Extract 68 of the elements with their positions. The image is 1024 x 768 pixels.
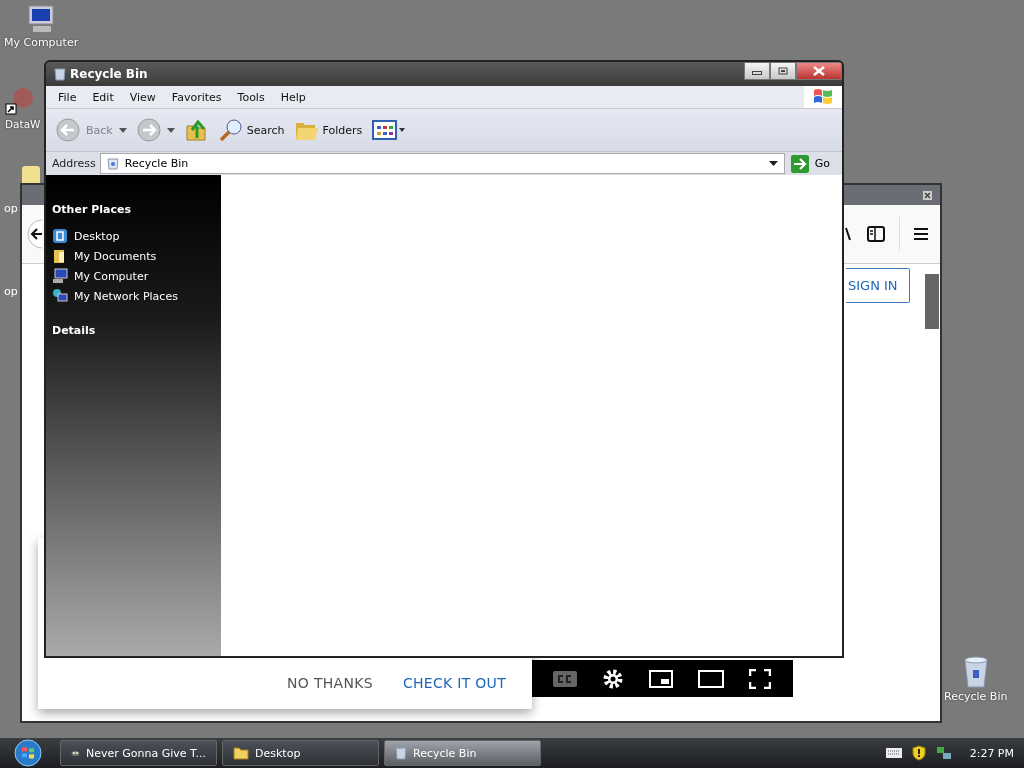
place-link[interactable]: Desktop [52, 228, 120, 244]
window-title: Recycle Bin [70, 67, 148, 81]
network-computer-icon [52, 288, 68, 304]
no-thanks-button[interactable]: NO THANKS [283, 673, 377, 693]
maximize-button[interactable] [770, 62, 796, 80]
folder-icon [233, 746, 249, 760]
caret-icon [166, 127, 175, 133]
menu-item[interactable]: Favorites [163, 90, 230, 104]
theater-mode-icon[interactable] [697, 669, 724, 688]
recycle-bin-icon [54, 67, 66, 81]
computer-icon [52, 268, 68, 284]
folder-up-arrow-icon [184, 118, 209, 142]
pane-section-title[interactable]: Other Places [52, 203, 131, 216]
desktop-icon-label[interactable]: Recycle Bin [944, 690, 1008, 703]
network-icon[interactable] [935, 745, 952, 761]
captions-icon[interactable] [552, 670, 577, 687]
taskbar-button[interactable]: Desktop [222, 740, 379, 766]
search-button[interactable]: Search [218, 118, 285, 142]
keyboard-icon[interactable] [885, 748, 902, 758]
security-shield-icon[interactable] [911, 745, 926, 761]
dropdown-caret-icon[interactable] [768, 161, 778, 166]
clock[interactable]: 2:27 PM [969, 746, 1014, 760]
windows-logo-icon [804, 86, 842, 108]
minimize-button[interactable] [744, 62, 770, 80]
check-it-out-button[interactable]: CHECK IT OUT [398, 673, 510, 693]
menu-item[interactable]: File [50, 90, 85, 104]
back-icon[interactable] [24, 219, 42, 249]
sign-in-button[interactable]: SIGN IN [846, 268, 910, 303]
menu-item[interactable]: Edit [84, 90, 122, 104]
sidebar-icon[interactable] [867, 226, 885, 242]
menu-item[interactable]: Help [272, 90, 314, 104]
close-button[interactable] [796, 62, 842, 80]
place-link[interactable]: My Documents [52, 248, 157, 264]
taskbar-button[interactable]: Recycle Bin [384, 740, 541, 766]
address-label: Address [52, 157, 96, 170]
place-link[interactable]: My Network Places [52, 288, 178, 304]
fullscreen-icon[interactable] [748, 668, 771, 689]
desktop-icon-label: op [4, 202, 18, 215]
folder-icon [22, 166, 40, 183]
close-icon[interactable] [923, 190, 932, 200]
windows-logo-icon [13, 739, 42, 767]
go-button[interactable]: Go [788, 154, 842, 173]
desktop-icon [52, 228, 68, 244]
up-folder-button[interactable] [184, 118, 209, 142]
settings-icon[interactable] [601, 667, 624, 690]
miniplayer-icon[interactable] [648, 669, 673, 688]
menu-item[interactable]: Tools [229, 90, 273, 104]
views-button[interactable] [372, 120, 407, 140]
menu-item[interactable]: View [121, 90, 164, 104]
recycle-bin-icon[interactable] [962, 656, 989, 688]
scrollbar-thumb[interactable] [925, 274, 939, 329]
address-field[interactable]: Recycle Bin [99, 153, 785, 174]
desktop-icon-label[interactable]: DataW [5, 118, 41, 130]
folders-button[interactable]: Folders [294, 119, 363, 141]
right-arrow-icon [790, 154, 809, 173]
desktop-icon-label[interactable]: My Computer [4, 36, 79, 49]
recycle-bin-icon [395, 746, 407, 760]
recycle-bin-icon [106, 157, 119, 170]
view-grid-icon [372, 120, 407, 140]
maximize-icon [778, 67, 788, 75]
pane-section-title[interactable]: Details [52, 324, 96, 337]
desktop-icon-label: op [4, 285, 18, 298]
search-icon [218, 118, 243, 142]
close-icon [813, 66, 825, 76]
place-link[interactable]: My Computer [52, 268, 149, 284]
taskbar-button[interactable]: Never Gonna Give T... [60, 740, 217, 766]
caret-icon [118, 127, 127, 133]
menu-icon[interactable] [914, 228, 928, 240]
